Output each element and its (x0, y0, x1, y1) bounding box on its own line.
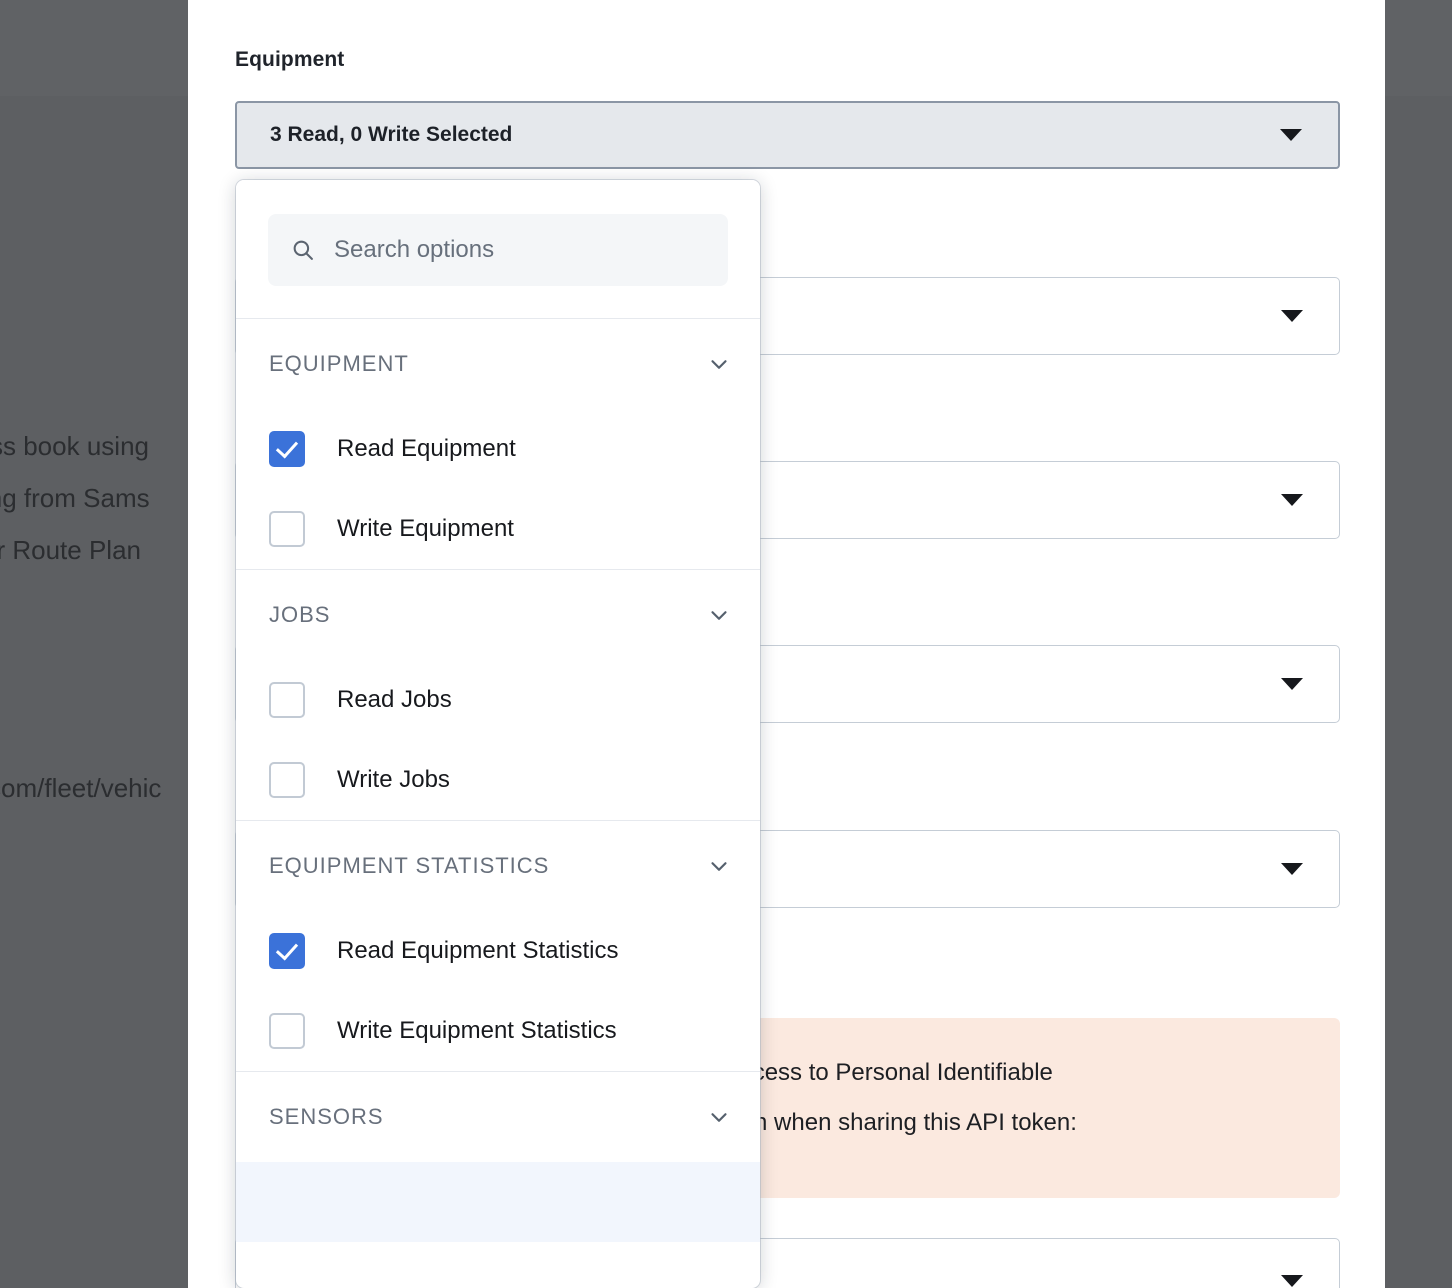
option-write-equipment[interactable]: Write Equipment (236, 489, 760, 569)
chevron-down-icon[interactable] (706, 853, 732, 879)
search-box[interactable] (268, 214, 728, 286)
option-label: Write Jobs (337, 766, 450, 793)
checkbox-read-jobs[interactable] (269, 682, 305, 718)
option-write-equipment-statistics[interactable]: Write Equipment Statistics (236, 991, 760, 1071)
background-text-line-2: ing from Sams (0, 483, 150, 513)
option-label: Read Equipment (337, 435, 516, 462)
checkbox-write-jobs[interactable] (269, 762, 305, 798)
dropdown-search-area (236, 180, 760, 318)
option-read-jobs[interactable]: Read Jobs (236, 660, 760, 740)
checkbox-read-equipment-statistics[interactable] (269, 933, 305, 969)
option-read-equipment[interactable]: Read Equipment (236, 409, 760, 489)
option-group-jobs: JOBS Read Jobs Write Jobs (236, 570, 760, 820)
option-group-equipment: EQUIPMENT Read Equipment Write Equipment (236, 319, 760, 569)
background-text-line-3: er Route Plan (0, 535, 141, 565)
checkbox-write-equipment-statistics[interactable] (269, 1013, 305, 1049)
group-header-equipment[interactable]: EQUIPMENT (236, 319, 760, 409)
chevron-down-icon (1281, 678, 1303, 690)
option-label: Read Jobs (337, 686, 452, 713)
option-label: Write Equipment Statistics (337, 1017, 617, 1044)
group-header-sensors[interactable]: SENSORS (236, 1072, 760, 1162)
group-title: EQUIPMENT STATISTICS (269, 853, 550, 878)
pii-warning-banner: ow access to Personal Identifiable cauti… (658, 1018, 1340, 1198)
page-title: Equipment (235, 48, 345, 71)
background-text-line-4: com/fleet/vehic (0, 773, 162, 803)
combobox-value: 3 Read, 0 Write Selected (270, 123, 513, 146)
option-group-equipment-statistics: EQUIPMENT STATISTICS Read Equipment Stat… (236, 821, 760, 1071)
option-row-highlighted[interactable] (236, 1162, 760, 1242)
background-text-line-1: ss book using (0, 431, 149, 461)
group-title: EQUIPMENT (269, 351, 409, 376)
group-title: SENSORS (269, 1104, 384, 1129)
option-group-sensors: SENSORS (236, 1072, 760, 1242)
checkbox-read-equipment[interactable] (269, 431, 305, 467)
equipment-scope-combobox[interactable]: 3 Read, 0 Write Selected (235, 101, 1340, 169)
chevron-down-icon (1281, 310, 1303, 322)
chevron-down-icon[interactable] (706, 1104, 732, 1130)
chevron-down-icon (1280, 129, 1302, 141)
chevron-down-icon[interactable] (706, 602, 732, 628)
option-label: Write Equipment (337, 515, 514, 542)
equipment-scope-dropdown: EQUIPMENT Read Equipment Write Equipment… (236, 180, 760, 1288)
group-title: JOBS (269, 602, 331, 627)
search-input[interactable] (332, 235, 696, 265)
checkbox-write-equipment[interactable] (269, 511, 305, 547)
group-header-jobs[interactable]: JOBS (236, 570, 760, 660)
chevron-down-icon (1281, 863, 1303, 875)
screen: ss book using ing from Sams er Route Pla… (0, 0, 1452, 1288)
chevron-down-icon (1281, 494, 1303, 506)
pii-warning-line-2: caution when sharing this API token: (690, 1109, 1077, 1136)
chevron-down-icon[interactable] (706, 351, 732, 377)
option-write-jobs[interactable]: Write Jobs (236, 740, 760, 820)
search-icon (290, 237, 316, 263)
group-header-equipment-statistics[interactable]: EQUIPMENT STATISTICS (236, 821, 760, 911)
option-label: Read Equipment Statistics (337, 937, 619, 964)
pii-warning-line-1: ow access to Personal Identifiable (690, 1059, 1053, 1086)
chevron-down-icon (1281, 1275, 1303, 1287)
option-read-equipment-statistics[interactable]: Read Equipment Statistics (236, 911, 760, 991)
